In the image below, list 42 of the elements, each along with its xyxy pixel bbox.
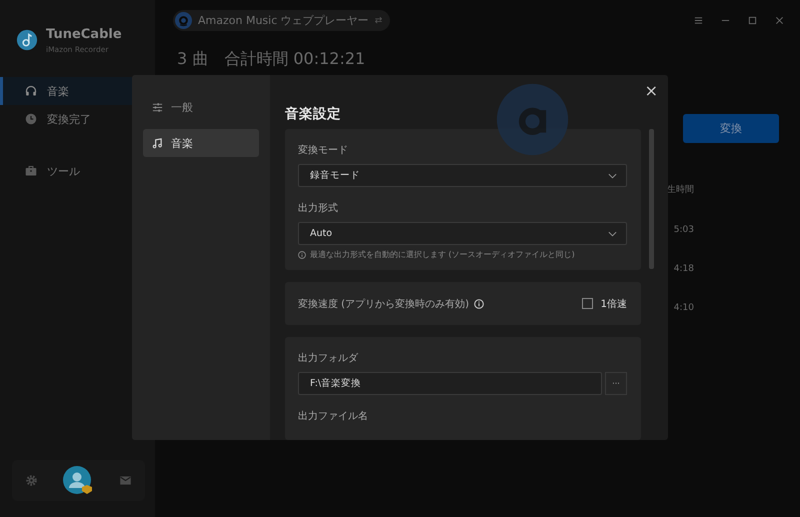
headphones-icon (25, 85, 37, 97)
info-icon (298, 250, 306, 258)
field-label: 変換モード (298, 144, 349, 157)
info-icon (474, 298, 484, 308)
chevron-down-icon (608, 230, 617, 236)
chevron-down-icon (608, 172, 617, 178)
scrollbar-thumb[interactable] (649, 129, 654, 269)
settings-nav-item[interactable]: 音楽 (143, 129, 259, 157)
maximize-icon[interactable] (748, 16, 757, 25)
amazon-logo-icon (175, 12, 192, 29)
settings-icon[interactable] (24, 474, 38, 487)
column-header: 生時間 (667, 184, 694, 196)
sidebar-item[interactable]: ツール (0, 157, 155, 185)
hint-text: 最適な出力形式を自動的に選択します (ソースオーディオファイルと同じ) (310, 249, 575, 260)
field-label: 出力形式 (298, 202, 339, 215)
avatar-icon[interactable] (63, 466, 94, 496)
format-dropdown[interactable]: Auto (298, 222, 627, 245)
convert-button[interactable]: 変換 (683, 114, 779, 143)
sliders-icon (152, 102, 163, 112)
dialog-title: 音楽設定 (285, 105, 342, 124)
folder-field[interactable]: F:\音楽変換 (298, 372, 602, 395)
close-button[interactable]: × (640, 79, 662, 102)
menu-icon[interactable] (694, 16, 703, 25)
checkbox[interactable] (582, 298, 593, 309)
field-label: 変換速度 (アプリから変換時のみ有効) (298, 298, 469, 310)
mode-dropdown[interactable]: 録音モード (298, 164, 627, 187)
clock-icon (25, 113, 37, 125)
app-name: TuneCable (46, 26, 122, 42)
logo-icon (16, 29, 38, 51)
toolbox-icon (25, 165, 37, 177)
mail-icon[interactable] (119, 474, 132, 487)
field-label: 出力ファイル名 (298, 410, 369, 423)
browse-button[interactable]: ··· (605, 372, 627, 395)
close-icon[interactable] (775, 16, 784, 25)
checkbox-label: 1倍速 (600, 298, 627, 310)
field-label: 出力フォルダ (298, 352, 360, 365)
duration-cell: 5:03 (674, 225, 694, 235)
music-note-icon (152, 138, 163, 148)
duration-cell: 4:10 (674, 303, 694, 313)
track-summary: 3 曲 合計時間 00:12:21 (177, 49, 366, 70)
amazon-logo-watermark-icon (495, 82, 570, 157)
duration-cell: 4:18 (674, 264, 694, 274)
